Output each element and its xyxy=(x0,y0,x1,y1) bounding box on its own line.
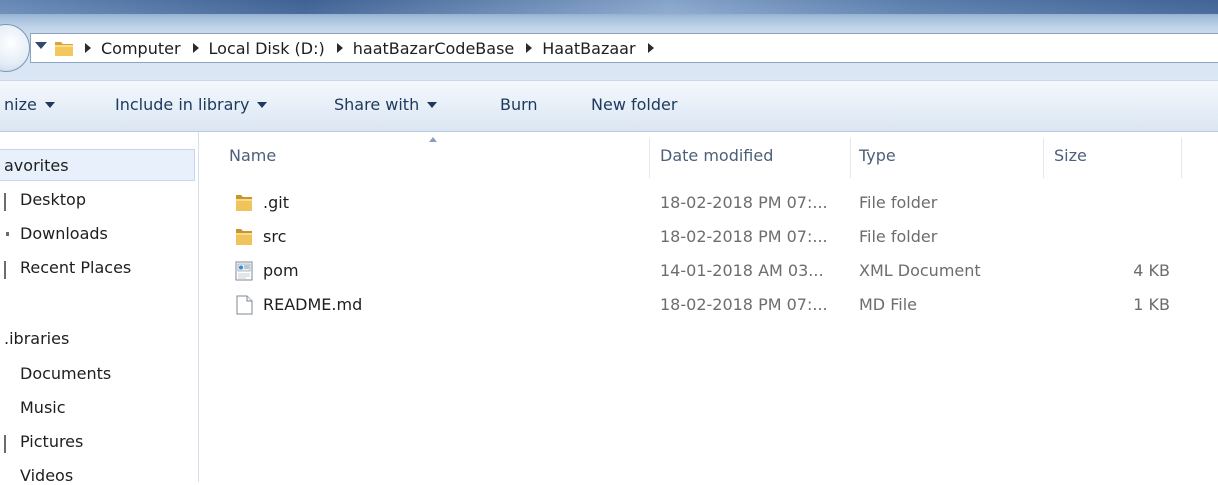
sidebar-item-videos[interactable]: Videos xyxy=(20,466,73,485)
folder-icon xyxy=(236,229,252,245)
breadcrumb-arrow-icon[interactable] xyxy=(336,43,343,53)
pictures-icon xyxy=(4,435,6,453)
file-name: .git xyxy=(263,193,289,212)
title-glow xyxy=(0,0,1218,14)
file-row-pom[interactable]: pom 14-01-2018 AM 03... XML Document 4 K… xyxy=(199,254,1218,288)
downloads-icon xyxy=(6,232,9,236)
sidebar-item-downloads[interactable]: Downloads xyxy=(20,224,108,243)
column-header-type[interactable]: Type xyxy=(859,146,896,165)
sidebar-item-music[interactable]: Music xyxy=(20,398,66,417)
breadcrumb-arrow-icon[interactable] xyxy=(192,43,199,53)
breadcrumb-item-local-disk[interactable]: Local Disk (D:) xyxy=(181,39,325,58)
organize-button[interactable]: nize xyxy=(4,95,55,114)
breadcrumb-arrow-icon[interactable] xyxy=(526,43,533,53)
file-row-readme[interactable]: README.md 18-02-2018 PM 07:... MD File 1… xyxy=(199,288,1218,322)
new-folder-button[interactable]: New folder xyxy=(591,95,677,114)
desktop-icon xyxy=(4,193,6,211)
column-divider[interactable] xyxy=(1181,138,1182,178)
breadcrumb-item-haatbazarcodebase[interactable]: haatBazarCodeBase xyxy=(325,39,514,58)
sidebar-item-documents[interactable]: Documents xyxy=(20,364,111,383)
breadcrumb: Computer Local Disk (D:) haatBazarCodeBa… xyxy=(81,34,654,62)
file-date: 18-02-2018 PM 07:... xyxy=(660,227,828,246)
sidebar-item-recent-places[interactable]: Recent Places xyxy=(20,258,131,277)
folder-icon xyxy=(236,195,252,211)
file-date: 18-02-2018 PM 07:... xyxy=(660,295,828,314)
burn-button[interactable]: Burn xyxy=(500,95,538,114)
file-row-src[interactable]: src 18-02-2018 PM 07:... File folder xyxy=(199,220,1218,254)
sidebar-item-libraries[interactable]: .ibraries xyxy=(4,329,69,348)
address-bar[interactable]: Computer Local Disk (D:) haatBazarCodeBa… xyxy=(30,33,1218,63)
column-divider[interactable] xyxy=(850,138,851,178)
breadcrumb-children-arrow-icon[interactable] xyxy=(647,43,654,53)
blank-file-icon xyxy=(236,295,253,315)
column-header-name[interactable]: Name xyxy=(229,146,276,165)
column-header-date-modified[interactable]: Date modified xyxy=(660,146,773,165)
recent-places-icon xyxy=(4,261,6,279)
breadcrumb-arrow-icon[interactable] xyxy=(85,43,91,53)
folder-icon xyxy=(55,42,73,56)
share-with-button[interactable]: Share with xyxy=(334,95,438,114)
chevron-down-icon xyxy=(44,101,55,108)
file-size: 1 KB xyxy=(1133,295,1170,314)
file-row-git[interactable]: .git 18-02-2018 PM 07:... File folder xyxy=(199,186,1218,220)
breadcrumb-item-computer[interactable]: Computer xyxy=(81,39,181,58)
recent-locations-dropdown-icon[interactable] xyxy=(35,42,47,49)
sidebar-item-favorites-label[interactable]: avorites xyxy=(4,156,69,175)
navigation-pane: avorites Desktop Downloads Recent Places… xyxy=(0,132,199,485)
window-title-bar: Computer Local Disk (D:) haatBazarCodeBa… xyxy=(0,0,1218,80)
file-type: File folder xyxy=(859,227,938,246)
breadcrumb-item-haatbazaar[interactable]: HaatBazaar xyxy=(514,39,636,58)
file-date: 14-01-2018 AM 03... xyxy=(660,261,824,280)
file-type: XML Document xyxy=(859,261,981,280)
command-bar: nize Include in library Share with Burn … xyxy=(0,80,1218,132)
file-name: README.md xyxy=(263,295,363,314)
file-name: pom xyxy=(263,261,299,280)
file-name: src xyxy=(263,227,287,246)
file-date: 18-02-2018 PM 07:... xyxy=(660,193,828,212)
column-divider[interactable] xyxy=(1043,138,1044,178)
column-header-size[interactable]: Size xyxy=(1054,146,1087,165)
file-size: 4 KB xyxy=(1133,261,1170,280)
xml-document-icon xyxy=(235,261,253,281)
sidebar-item-desktop[interactable]: Desktop xyxy=(20,190,86,209)
chevron-down-icon xyxy=(257,101,268,108)
back-forward-button[interactable] xyxy=(0,24,30,72)
sort-ascending-icon xyxy=(429,137,437,142)
file-type: File folder xyxy=(859,193,938,212)
file-type: MD File xyxy=(859,295,917,314)
column-divider[interactable] xyxy=(649,138,650,178)
chevron-down-icon xyxy=(427,101,438,108)
include-in-library-button[interactable]: Include in library xyxy=(115,95,268,114)
file-list: Name Date modified Type Size .git 18-02-… xyxy=(199,132,1218,482)
sidebar-item-pictures[interactable]: Pictures xyxy=(20,432,83,451)
